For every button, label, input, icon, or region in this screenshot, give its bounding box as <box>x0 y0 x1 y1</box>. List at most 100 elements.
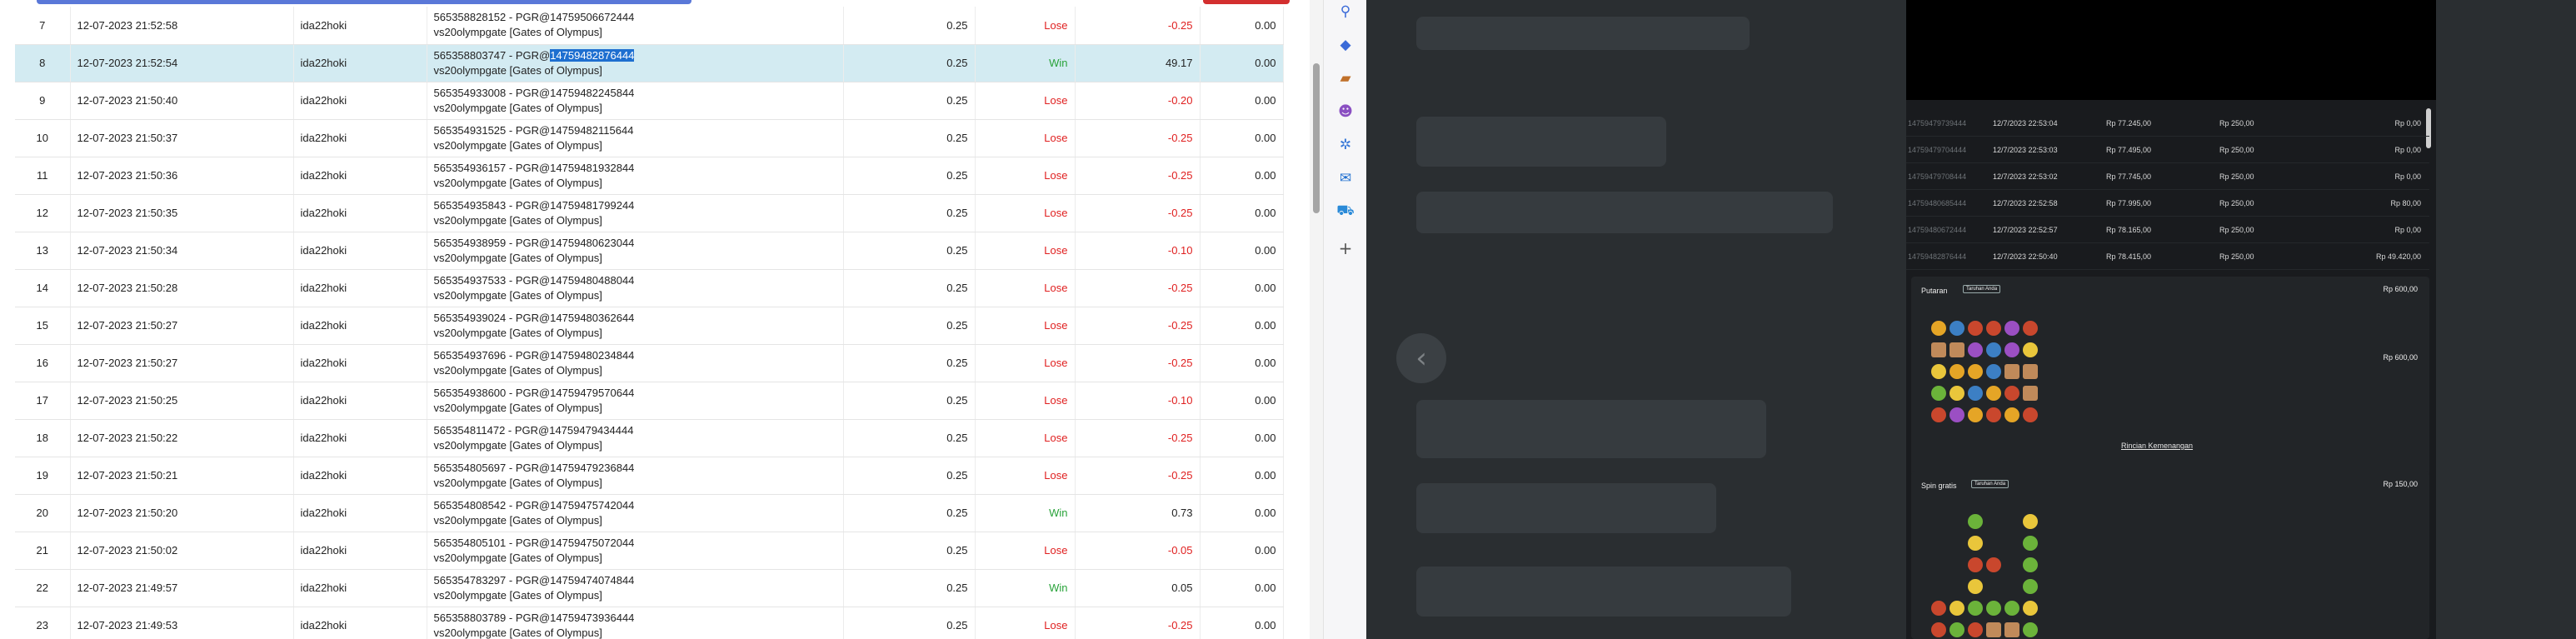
background-ghost <box>1416 192 1833 233</box>
table-row[interactable]: 7 12-07-2023 21:52:58 ida22hoki 56535882815… <box>15 7 1284 45</box>
history-date: 12/7/2023 22:53:04 <box>1993 119 2058 127</box>
slot-symbol <box>1949 601 1964 616</box>
username-cell: ida22hoki <box>293 157 427 195</box>
game-name-line: vs20olympgate [Gates of Olympus] <box>433 476 602 489</box>
background-ghost <box>1416 400 1766 458</box>
row-number-cell: 20 <box>15 494 71 532</box>
scrollbar-thumb[interactable] <box>1313 63 1320 213</box>
bet-cell: 0.25 <box>843 44 976 82</box>
win-amount-cell: -0.25 <box>1075 607 1201 639</box>
timestamp-cell: 12-07-2023 21:50:34 <box>70 232 294 270</box>
top-action-button[interactable] <box>1203 0 1290 4</box>
row-number-cell: 22 <box>15 569 71 607</box>
slot-symbol <box>1931 321 1946 336</box>
table-row[interactable]: 15 12-07-2023 21:50:27 ida22hoki 5653549390… <box>15 307 1284 345</box>
username-cell: ida22hoki <box>293 457 427 495</box>
transaction-id-line: 565354937696 - PGR@14759480234844 <box>433 348 635 362</box>
result-cell: Lose <box>975 607 1076 639</box>
table-row[interactable]: 20 12-07-2023 21:50:20 ida22hoki 5653548085… <box>15 494 1284 532</box>
transaction-id-line: 565358828152 - PGR@14759506672444 <box>433 11 635 24</box>
history-id: 14759482876444 <box>1908 252 1967 261</box>
table-row[interactable]: 23 12-07-2023 21:49:53 ida22hoki 5653588037… <box>15 607 1284 639</box>
top-filter-button[interactable] <box>37 0 691 4</box>
browser-sidebar: ⚲ ◆ ▰ ☻ ✲ ✉ ⛟ + <box>1323 0 1366 639</box>
table-row[interactable]: 22 12-07-2023 21:49:57 ida22hoki 5653547832… <box>15 569 1284 607</box>
table-row[interactable]: 19 12-07-2023 21:50:21 ida22hoki 5653548056… <box>15 457 1284 495</box>
balance-cell: 0.00 <box>1200 44 1284 82</box>
table-row[interactable]: 16 12-07-2023 21:50:27 ida22hoki 5653549376… <box>15 344 1284 382</box>
slot-symbol <box>2023 321 2038 336</box>
game-history-screenshot: 14759479739444 12/7/2023 22:53:04 Rp 77.24… <box>1906 0 2436 639</box>
description-cell: 565354805101 - PGR@14759475072044 vs20oly… <box>427 532 844 570</box>
slot-symbol <box>2004 579 2019 594</box>
copilot-icon[interactable]: ✲ <box>1335 135 1355 155</box>
description-cell: 565354938600 - PGR@14759479570644 vs20oly… <box>427 382 844 420</box>
selected-text-highlight[interactable]: 14759482876444 <box>550 48 635 62</box>
table-row[interactable]: 18 12-07-2023 21:50:22 ida22hoki 5653548114… <box>15 419 1284 457</box>
timestamp-cell: 12-07-2023 21:50:20 <box>70 494 294 532</box>
table-row[interactable]: 8 12-07-2023 21:52:54 ida22hoki 56535880374… <box>15 44 1284 82</box>
add-icon[interactable]: + <box>1335 238 1355 258</box>
table-row[interactable]: 12 12-07-2023 21:50:35 ida22hoki 5653549358… <box>15 194 1284 232</box>
shopping-icon[interactable]: ⛟ <box>1335 202 1355 222</box>
slot-symbol <box>1968 579 1983 594</box>
table-row[interactable]: 21 12-07-2023 21:50:02 ida22hoki 5653548051… <box>15 532 1284 570</box>
slot-symbol <box>1931 407 1946 422</box>
description-cell: 565354931525 - PGR@14759482115644 vs20oly… <box>427 119 844 157</box>
history-row: 14759480685444 12/7/2023 22:52:58 Rp 77.99… <box>1906 190 2429 217</box>
search-icon[interactable]: ⚲ <box>1335 2 1355 22</box>
game-name-line: vs20olympgate [Gates of Olympus] <box>433 63 602 77</box>
history-id: 14759480672444 <box>1908 226 1967 234</box>
game-name-line: vs20olympgate [Gates of Olympus] <box>433 26 602 39</box>
row-number-cell: 13 <box>15 232 71 270</box>
table-row[interactable]: 10 12-07-2023 21:50:37 ida22hoki 5653549315… <box>15 119 1284 157</box>
row-number-cell: 18 <box>15 419 71 457</box>
table-scrollbar[interactable] <box>1310 0 1323 639</box>
history-balance: Rp 77.745,00 <box>2106 172 2152 181</box>
balance-cell: 0.00 <box>1200 119 1284 157</box>
screenshot-top-black <box>1906 0 2436 100</box>
description-cell: 565354933008 - PGR@14759482245844 vs20oly… <box>427 82 844 120</box>
game-name-line: vs20olympgate [Gates of Olympus] <box>433 326 602 339</box>
previous-image-button[interactable]: ‹ <box>1396 333 1446 383</box>
slot-symbol <box>1931 342 1946 357</box>
table-row[interactable]: 13 12-07-2023 21:50:34 ida22hoki 5653549389… <box>15 232 1284 270</box>
history-row: 14759482876444 12/7/2023 22:50:40 Rp 78.41… <box>1906 243 2429 270</box>
slot-symbol <box>2023 514 2038 529</box>
putaran-win: Rp 600,00 <box>2383 353 2418 362</box>
image-viewer: ‹ 14759479739444 12/7/2023 22:53:04 Rp 77.… <box>1366 0 2576 639</box>
result-cell: Lose <box>975 419 1076 457</box>
bet-cell: 0.25 <box>843 494 976 532</box>
slot-symbol <box>1949 622 1964 637</box>
timestamp-cell: 12-07-2023 21:50:28 <box>70 269 294 307</box>
slot-symbol <box>1968 321 1983 336</box>
bet-cell: 0.25 <box>843 419 976 457</box>
table-row[interactable]: 11 12-07-2023 21:50:36 ida22hoki 5653549361… <box>15 157 1284 195</box>
slot-symbol <box>1949 579 1964 594</box>
row-number-cell: 16 <box>15 344 71 382</box>
username-cell: ida22hoki <box>293 119 427 157</box>
timestamp-cell: 12-07-2023 21:50:40 <box>70 82 294 120</box>
table-row[interactable]: 9 12-07-2023 21:50:40 ida22hoki 56535493300… <box>15 82 1284 120</box>
table-row[interactable]: 14 12-07-2023 21:50:28 ida22hoki 5653549375… <box>15 269 1284 307</box>
tag-icon[interactable]: ◆ <box>1335 35 1355 55</box>
people-icon[interactable]: ☻ <box>1335 102 1355 122</box>
balance-cell: 0.00 <box>1200 607 1284 639</box>
table-row[interactable]: 17 12-07-2023 21:50:25 ida22hoki 5653549386… <box>15 382 1284 420</box>
transaction-id-line: 565354805101 - PGR@14759475072044 <box>433 536 635 549</box>
rincian-kemenangan-link[interactable]: Rincian Kemenangan <box>2121 442 2193 450</box>
slot-symbol <box>1931 514 1946 529</box>
timestamp-cell: 12-07-2023 21:50:21 <box>70 457 294 495</box>
briefcase-icon[interactable]: ▰ <box>1335 68 1355 88</box>
slot-symbol <box>1931 622 1946 637</box>
symbol-grid <box>1930 318 2039 427</box>
result-cell: Lose <box>975 119 1076 157</box>
outlook-icon[interactable]: ✉ <box>1335 168 1355 188</box>
slot-symbol <box>2004 321 2019 336</box>
bet-cell: 0.25 <box>843 82 976 120</box>
timestamp-cell: 12-07-2023 21:52:58 <box>70 7 294 45</box>
description-cell: 565354938959 - PGR@14759480623044 vs20oly… <box>427 232 844 270</box>
win-amount-cell: -0.10 <box>1075 232 1201 270</box>
history-balance: Rp 78.415,00 <box>2106 252 2152 261</box>
transaction-id-line: 565354936157 - PGR@14759481932844 <box>433 161 635 174</box>
